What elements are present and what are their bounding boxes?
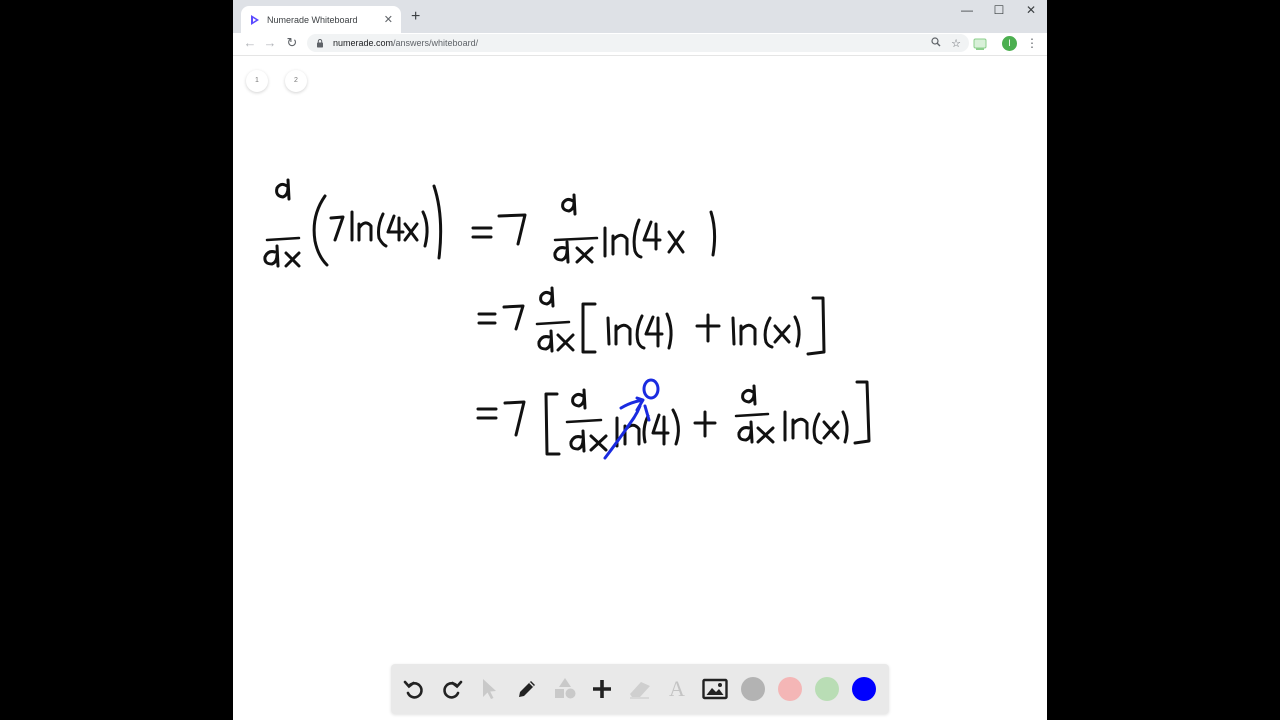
- address-bar[interactable]: numerade.com/answers/whiteboard/ ☆: [307, 34, 969, 52]
- numerade-logo-icon: [249, 14, 261, 26]
- browser-menu-icon[interactable]: ⋮: [1026, 36, 1038, 50]
- handwritten-line-3: [476, 380, 871, 456]
- handwritten-line-2: [477, 286, 826, 356]
- text-icon[interactable]: A: [664, 676, 690, 702]
- tab-close-icon[interactable]: ✕: [384, 13, 393, 26]
- whiteboard-canvas[interactable]: [233, 56, 1047, 656]
- redo-icon[interactable]: [439, 676, 465, 702]
- reload-button[interactable]: ↻: [283, 35, 301, 51]
- bookmark-star-icon[interactable]: ☆: [951, 37, 961, 50]
- undo-icon[interactable]: [401, 676, 427, 702]
- address-toolbar: ← → ↻ numerade.com/answers/whiteboard/ ☆…: [233, 33, 1047, 56]
- extension-icon[interactable]: [972, 36, 988, 52]
- handwritten-line-1: [263, 178, 717, 268]
- profile-avatar[interactable]: I: [1002, 36, 1017, 51]
- color-swatch-blue[interactable]: [852, 677, 876, 701]
- color-swatch-green[interactable]: [815, 677, 839, 701]
- close-window-button[interactable]: ✕: [1021, 3, 1041, 17]
- pointer-icon[interactable]: [476, 676, 502, 702]
- color-swatch-gray[interactable]: [741, 677, 765, 701]
- tab-strip: Numerade Whiteboard ✕ + — ☐ ✕: [233, 0, 1047, 33]
- plus-icon[interactable]: [589, 676, 615, 702]
- browser-window: Numerade Whiteboard ✕ + — ☐ ✕ ← → ↻ nume…: [233, 0, 1047, 720]
- minimize-button[interactable]: —: [957, 3, 977, 17]
- whiteboard-toolbar: A: [391, 664, 889, 714]
- zoom-icon[interactable]: [931, 36, 941, 50]
- back-button[interactable]: ←: [241, 35, 259, 50]
- shapes-icon[interactable]: [552, 676, 578, 702]
- url-text: numerade.com/answers/whiteboard/: [333, 38, 921, 48]
- blue-annotation: [603, 378, 660, 460]
- whiteboard-page[interactable]: 1 2 A: [233, 56, 1047, 720]
- url-path: /answers/whiteboard/: [393, 38, 479, 48]
- tab-title: Numerade Whiteboard: [267, 14, 358, 25]
- color-swatch-pink[interactable]: [778, 677, 802, 701]
- browser-tab[interactable]: Numerade Whiteboard ✕: [241, 6, 401, 33]
- forward-button[interactable]: →: [261, 35, 279, 50]
- image-icon[interactable]: [702, 676, 728, 702]
- new-tab-button[interactable]: +: [411, 8, 420, 26]
- url-host: numerade.com: [333, 38, 394, 48]
- eraser-icon[interactable]: [627, 676, 653, 702]
- maximize-button[interactable]: ☐: [989, 3, 1009, 17]
- pen-icon[interactable]: [514, 676, 540, 702]
- lock-icon: [315, 38, 325, 48]
